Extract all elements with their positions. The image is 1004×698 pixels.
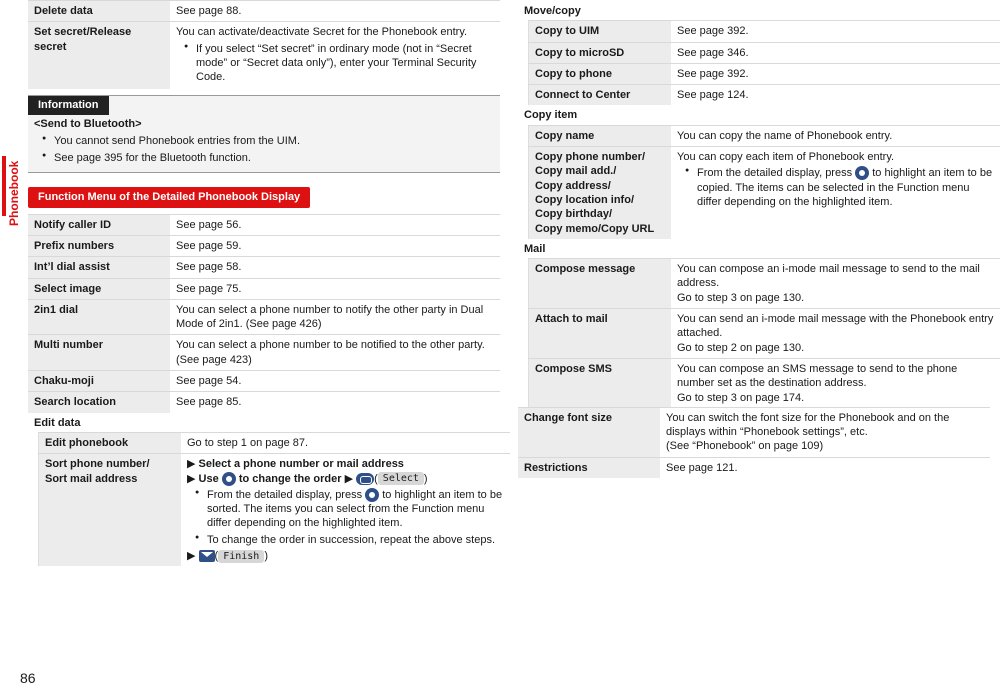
row-desc: See page 124. [671, 85, 1000, 106]
row-name: Notify caller ID [28, 214, 170, 235]
row-desc: See page 54. [170, 371, 500, 392]
multi-selector-icon [222, 472, 236, 486]
row-name: Select image [28, 278, 170, 299]
sort-row-name: Sort phone number/Sort mail address [39, 454, 182, 567]
row-desc: See page 88. [170, 1, 500, 22]
mail-head: Mail [518, 238, 990, 258]
page-number: 86 [20, 669, 36, 688]
row-name: Copy to phone [529, 63, 672, 84]
information-box: Information <Send to Bluetooth> You cann… [28, 95, 500, 172]
row-desc: See page 346. [671, 42, 1000, 63]
row-desc: You can send an i-mode mail message with… [671, 309, 1000, 359]
side-tab-label: Phonebook [6, 161, 22, 226]
sort-row-desc: ▶ Select a phone number or mail address … [181, 454, 510, 567]
row-desc: Go to step 1 on page 87. [181, 432, 510, 453]
step-arrow-icon: ▶ [187, 550, 195, 562]
row-desc: See page 56. [170, 214, 500, 235]
row-name: Multi number [28, 335, 170, 371]
copy-item-table: Copy nameYou can copy the name of Phoneb… [528, 125, 1000, 239]
mail-table: Compose messageYou can compose an i-mode… [528, 258, 1000, 408]
softkey-icon [356, 473, 374, 485]
row-desc: See page 75. [170, 278, 500, 299]
row-desc: You can copy the name of Phonebook entry… [671, 125, 1000, 146]
copy-item-head: Copy item [518, 104, 990, 124]
row-name: Connect to Center [529, 85, 672, 106]
row-desc: You can activate/deactivate Secret for t… [170, 22, 500, 90]
row-desc: See page 59. [170, 236, 500, 257]
row-desc: See page 58. [170, 257, 500, 278]
info-subhead: <Send to Bluetooth> [34, 118, 142, 130]
step-arrow-icon: ▶ [345, 473, 353, 485]
row-desc: You can switch the font size for the Pho… [660, 407, 990, 457]
copy-multi-name: Copy phone number/Copy mail add./Copy ad… [529, 147, 672, 239]
row-desc: See page 121. [660, 457, 990, 478]
info-bullets: You cannot send Phonebook entries from t… [34, 134, 494, 166]
row-desc: You can compose an SMS message to send t… [671, 358, 1000, 407]
sort-bullet: To change the order in succession, repea… [199, 533, 504, 547]
mail-key-icon [199, 550, 215, 562]
mail-header: Mail [518, 238, 990, 258]
row-name: Copy to UIM [529, 21, 672, 42]
row-name: Edit phonebook [39, 432, 182, 453]
move-copy-header: Move/copy [518, 0, 990, 20]
sort-bullets: From the detailed display, press to high… [187, 488, 504, 547]
row-name: Attach to mail [529, 309, 672, 359]
sort-step2a: Use [199, 473, 219, 485]
row-name: Compose SMS [529, 358, 672, 407]
row-name: Set secret/Release secret [28, 22, 170, 90]
sort-step2b: to change the order [239, 473, 342, 485]
row-desc: See page 392. [671, 21, 1000, 42]
select-button-label: Select [378, 472, 424, 485]
info-bullet: You cannot send Phonebook entries from t… [46, 134, 494, 149]
row-name: Search location [28, 392, 170, 413]
copy-item-header: Copy item [518, 104, 990, 124]
section-header: Function Menu of the Detailed Phonebook … [28, 187, 310, 208]
step-arrow-icon: ▶ [187, 458, 195, 470]
function-table: Notify caller IDSee page 56.Prefix numbe… [28, 214, 500, 413]
top-table: Delete dataSee page 88.Set secret/Releas… [28, 0, 500, 89]
copy-multi-bullet: From the detailed display, press to high… [689, 166, 994, 209]
edit-data-head: Edit data [28, 412, 500, 432]
sort-step1: Select a phone number or mail address [199, 458, 404, 470]
info-title: Information [28, 96, 109, 115]
row-desc: You can compose an i-mode mail message t… [671, 259, 1000, 309]
copy-multi-desc: You can copy each item of Phonebook entr… [671, 147, 1000, 239]
bullet: If you select “Set secret” in ordinary m… [188, 42, 494, 85]
move-copy-head: Move/copy [518, 0, 990, 20]
step-arrow-icon: ▶ [187, 473, 195, 485]
row-name: Restrictions [518, 457, 660, 478]
row-name: Prefix numbers [28, 236, 170, 257]
multi-selector-icon [855, 166, 869, 180]
row-name: Chaku-moji [28, 371, 170, 392]
edit-data-table: Edit phonebookGo to step 1 on page 87. S… [38, 432, 510, 566]
info-bullet: See page 395 for the Bluetooth function. [46, 151, 494, 166]
row-desc: See page 392. [671, 63, 1000, 84]
side-tab: Phonebook [2, 146, 20, 226]
row-name: Int’l dial assist [28, 257, 170, 278]
multi-selector-icon [365, 488, 379, 502]
row-desc: You can select a phone number to be noti… [170, 335, 500, 371]
bottom-table: Change font sizeYou can switch the font … [518, 407, 990, 478]
row-desc: You can select a phone number to notify … [170, 299, 500, 335]
left-column: Delete dataSee page 88.Set secret/Releas… [28, 0, 500, 664]
move-copy-table: Copy to UIMSee page 392.Copy to microSDS… [528, 20, 1000, 105]
right-column: Move/copy Copy to UIMSee page 392.Copy t… [518, 0, 990, 664]
row-name: 2in1 dial [28, 299, 170, 335]
copy-multi-bullets: From the detailed display, press to high… [677, 166, 994, 209]
edit-data-header: Edit data [28, 412, 500, 432]
row-name: Change font size [518, 407, 660, 457]
row-name: Copy name [529, 125, 672, 146]
row-name: Compose message [529, 259, 672, 309]
sort-bullet: From the detailed display, press to high… [199, 488, 504, 531]
row-name: Copy to microSD [529, 42, 672, 63]
row-desc: See page 85. [170, 392, 500, 413]
row-name: Delete data [28, 1, 170, 22]
finish-button-label: Finish [218, 550, 264, 563]
